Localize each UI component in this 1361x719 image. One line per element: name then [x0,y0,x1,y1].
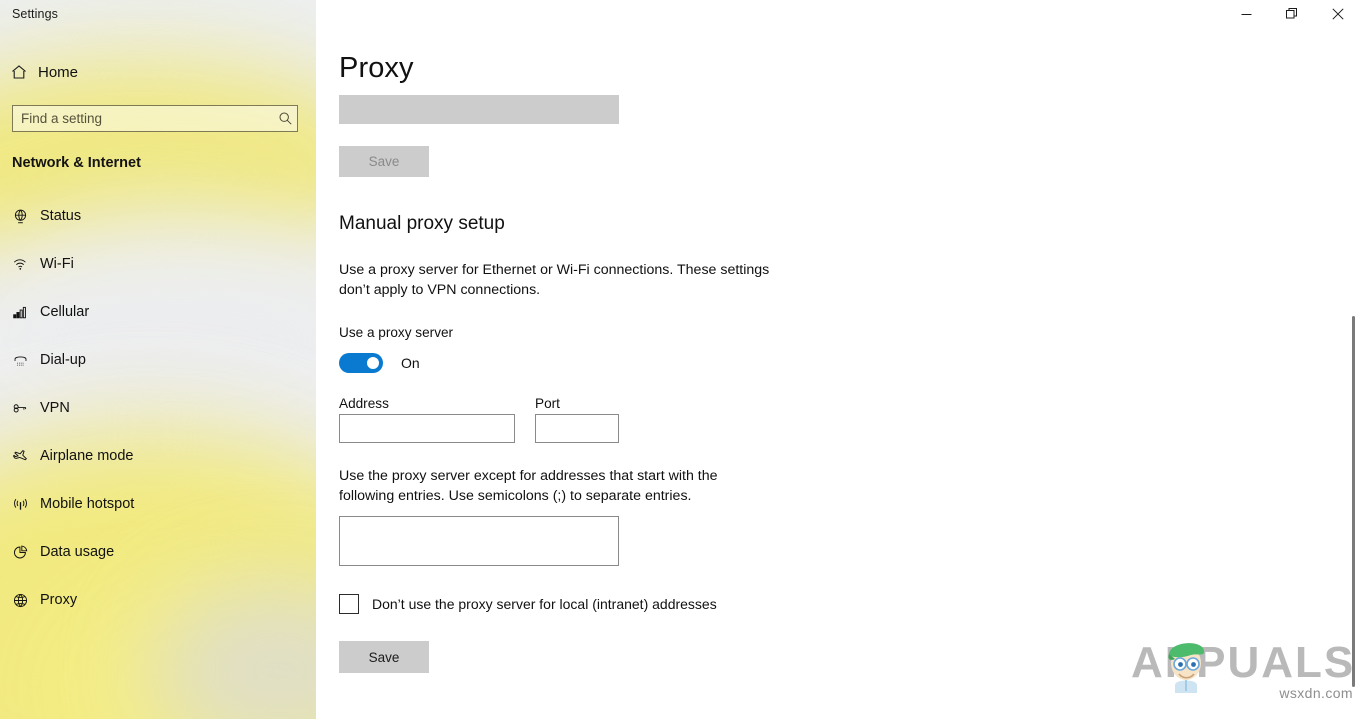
sidebar-item-vpn[interactable]: VPN [0,384,316,432]
sidebar-nav: Status Wi-Fi [0,192,316,624]
signal-bars-icon [0,304,40,321]
window-title: Settings [12,7,58,21]
restore-button[interactable] [1269,0,1315,31]
toggle-state-label: On [401,355,420,371]
script-address-field-disabled [339,95,619,124]
sidebar-category-title: Network & Internet [12,155,141,171]
sidebar-item-home[interactable]: Home [0,57,316,87]
sidebar-item-label: Wi-Fi [40,256,74,272]
minimize-icon [1241,7,1252,25]
port-input[interactable] [535,414,619,443]
wifi-icon [0,256,40,273]
sidebar-item-airplane-mode[interactable]: Airplane mode [0,432,316,480]
sidebar-item-status[interactable]: Status [0,192,316,240]
address-label: Address [339,396,389,411]
watermark-source: wsxdn.com [1279,685,1353,701]
exceptions-textarea[interactable] [339,516,619,566]
scrollbar-thumb[interactable] [1352,316,1355,687]
airplane-icon [0,448,40,465]
sidebar-item-label: Proxy [40,592,77,608]
sidebar-item-dialup[interactable]: Dial-up [0,336,316,384]
use-proxy-server-toggle-row[interactable]: On [339,353,420,373]
settings-window: Settings Home [0,0,1361,719]
minimize-button[interactable] [1223,0,1269,31]
watermark: APPUALS wsxdn.com [1131,637,1355,699]
save-button-top[interactable]: Save [339,146,429,177]
use-proxy-server-label: Use a proxy server [339,325,453,340]
vpn-key-icon [0,400,40,417]
watermark-brand: APPUALS [1131,641,1355,685]
sidebar-item-data-usage[interactable]: Data usage [0,528,316,576]
address-input[interactable] [339,414,515,443]
globe-monitor-icon [0,208,40,225]
close-button[interactable] [1315,0,1361,31]
bypass-local-checkbox-row[interactable]: Don’t use the proxy server for local (in… [339,594,717,614]
manual-proxy-setup-heading: Manual proxy setup [339,213,505,235]
home-icon [0,63,38,81]
watermark-mascot-icon [1157,633,1215,695]
search-icon[interactable] [273,111,297,126]
port-label: Port [535,396,560,411]
sidebar-item-proxy[interactable]: Proxy [0,576,316,624]
sidebar-item-label: Data usage [40,544,114,560]
manual-proxy-description: Use a proxy server for Ethernet or Wi-Fi… [339,260,799,300]
sidebar-item-wifi[interactable]: Wi-Fi [0,240,316,288]
sidebar-item-home-label: Home [38,64,78,81]
restore-icon [1286,7,1298,25]
globe-icon [0,592,40,609]
toggle-knob [367,357,379,369]
bypass-local-checkbox[interactable] [339,594,359,614]
sidebar-item-label: Airplane mode [40,448,134,464]
dialup-phone-icon [0,352,40,369]
page-title: Proxy [339,52,414,85]
sidebar: Settings Home [0,0,316,719]
exceptions-description: Use the proxy server except for addresse… [339,466,759,506]
pie-chart-icon [0,544,40,561]
sidebar-item-mobile-hotspot[interactable]: Mobile hotspot [0,480,316,528]
sidebar-item-label: Cellular [40,304,89,320]
sidebar-item-cellular[interactable]: Cellular [0,288,316,336]
scrollbar-track[interactable] [1349,31,1361,719]
sidebar-item-label: VPN [40,400,70,416]
search-input[interactable] [13,106,273,131]
save-button-bottom[interactable]: Save [339,641,429,673]
sidebar-item-label: Mobile hotspot [40,496,134,512]
sidebar-item-label: Status [40,208,81,224]
bypass-local-label: Don’t use the proxy server for local (in… [372,596,717,612]
window-controls [1223,0,1361,31]
close-icon [1332,7,1344,25]
use-proxy-server-toggle[interactable] [339,353,383,373]
search-box[interactable] [12,105,298,132]
sidebar-item-label: Dial-up [40,352,86,368]
main-content: Proxy Save Manual proxy setup Use a prox… [316,0,1361,719]
hotspot-icon [0,496,40,513]
